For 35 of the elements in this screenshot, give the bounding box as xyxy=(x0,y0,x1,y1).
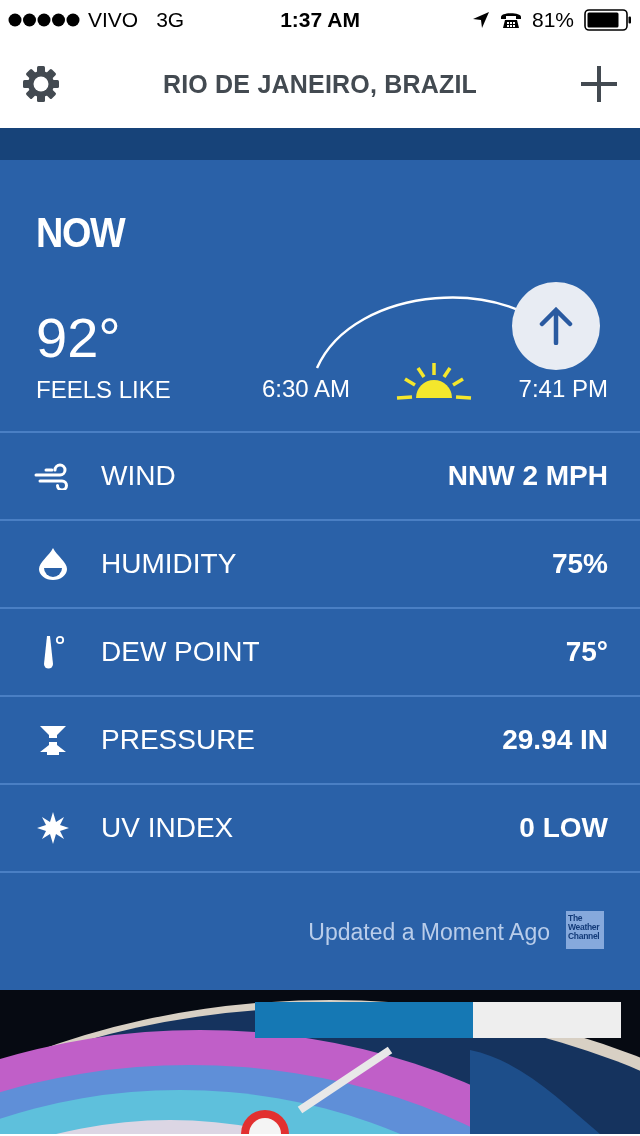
location-title: RIO DE JANEIRO, BRAZIL xyxy=(162,69,478,99)
updated-text: Updated a Moment Ago xyxy=(308,921,550,944)
detail-value: NNW 2 MPH xyxy=(447,460,608,492)
settings-button[interactable] xyxy=(22,65,60,103)
detail-value: 75° xyxy=(565,636,608,668)
location-arrow-icon xyxy=(471,11,490,29)
battery-percentage: 81% xyxy=(531,8,574,32)
telephone-icon xyxy=(499,11,522,29)
network-type: 3G xyxy=(156,8,185,32)
add-button[interactable] xyxy=(580,65,618,103)
clock-time: 1:37 AM xyxy=(280,8,360,32)
feels-like-label: FEELS LIKE xyxy=(36,376,171,404)
detail-value: 29.94 IN xyxy=(502,724,608,756)
detail-label: PRESSURE xyxy=(101,724,257,756)
carrier-name: VIVO xyxy=(88,8,139,32)
sunset-time: 7:41 PM xyxy=(518,375,608,404)
detail-value: 75% xyxy=(551,548,608,580)
detail-label: UV INDEX xyxy=(101,812,235,844)
now-heading: NOW xyxy=(36,212,125,254)
detail-label: DEW POINT xyxy=(101,636,261,668)
water-drop-icon xyxy=(38,547,68,581)
add-icon xyxy=(580,65,618,103)
sun-icon xyxy=(396,362,473,400)
up-arrow-icon xyxy=(537,307,575,345)
sunrise-time: 6:30 AM xyxy=(262,375,351,404)
pressure-arrows-icon xyxy=(39,725,67,755)
settings-icon xyxy=(22,65,60,103)
battery-icon xyxy=(584,9,632,31)
signal-dots-icon xyxy=(8,13,80,27)
detail-label: WIND xyxy=(101,460,177,492)
starburst-icon xyxy=(37,812,69,844)
weather-channel-logo: The Weather Channel xyxy=(566,911,604,949)
detail-label: HUMIDITY xyxy=(101,548,238,580)
temperature: 92° xyxy=(36,310,121,366)
detail-value: 0 LOW xyxy=(519,812,608,844)
